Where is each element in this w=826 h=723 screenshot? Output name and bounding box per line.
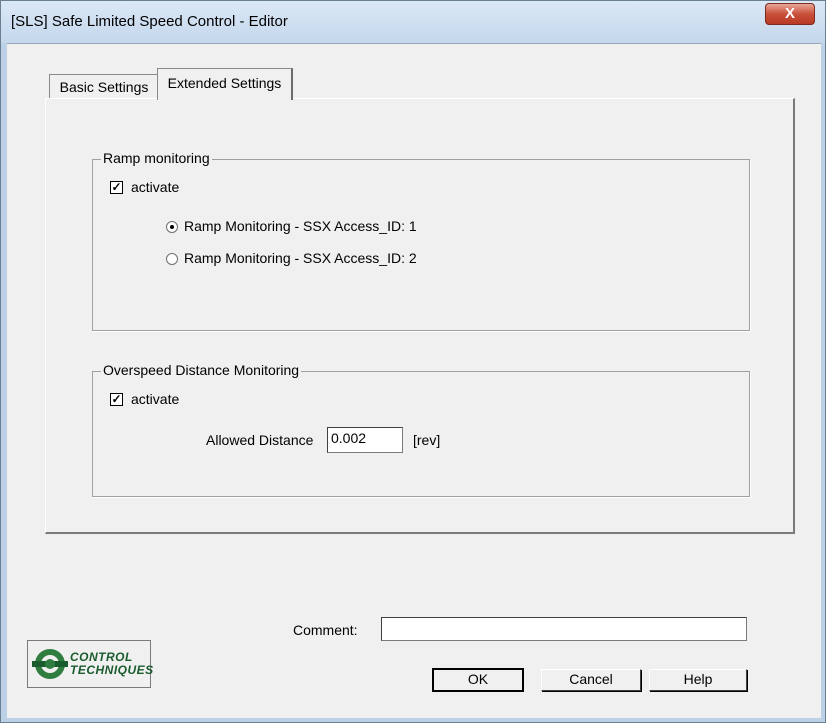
ramp-activate-checkbox[interactable]: ✓ — [110, 181, 123, 194]
logo-text: CONTROL TECHNIQUES — [70, 651, 154, 677]
ramp-access-id-1-label: Ramp Monitoring - SSX Access_ID: 1 — [184, 218, 417, 234]
ramp-access-id-2-label: Ramp Monitoring - SSX Access_ID: 2 — [184, 250, 417, 266]
tab-extended-settings[interactable]: Extended Settings — [157, 68, 293, 100]
allowed-distance-unit: [rev] — [413, 432, 441, 448]
cancel-button[interactable]: Cancel — [541, 669, 641, 691]
logo-emblem-icon — [32, 649, 68, 679]
dialog-client-area: Basic Settings Extended Settings Ramp mo… — [7, 43, 821, 718]
ok-button[interactable]: OK — [432, 668, 524, 692]
help-button[interactable]: Help — [649, 669, 747, 691]
overspeed-distance-legend: Overspeed Distance Monitoring — [101, 362, 302, 378]
overspeed-activate-checkbox[interactable]: ✓ — [110, 393, 123, 406]
comment-label: Comment: — [293, 622, 358, 638]
ramp-access-id-1-radio[interactable] — [166, 221, 178, 233]
comment-input[interactable] — [381, 617, 747, 641]
allowed-distance-input[interactable]: 0.002 — [327, 427, 403, 453]
extended-settings-panel: Ramp monitoring ✓ activate Ramp Monitori… — [45, 98, 795, 534]
allowed-distance-label: Allowed Distance — [206, 432, 314, 448]
logo-text-line2: TECHNIQUES — [70, 663, 154, 677]
window-title: [SLS] Safe Limited Speed Control - Edito… — [11, 13, 288, 30]
overspeed-distance-group: Overspeed Distance Monitoring ✓ activate… — [92, 362, 750, 497]
ramp-activate-label: activate — [131, 179, 180, 195]
control-techniques-logo: CONTROL TECHNIQUES — [27, 640, 154, 688]
ramp-monitoring-group: Ramp monitoring ✓ activate Ramp Monitori… — [92, 150, 750, 331]
ramp-monitoring-legend: Ramp monitoring — [101, 150, 212, 166]
close-button[interactable]: X — [765, 3, 815, 25]
overspeed-activate-label: activate — [131, 391, 180, 407]
tab-basic-settings[interactable]: Basic Settings — [49, 74, 159, 99]
editor-window: [SLS] Safe Limited Speed Control - Edito… — [0, 0, 826, 723]
title-bar[interactable]: [SLS] Safe Limited Speed Control - Edito… — [1, 1, 825, 43]
ramp-access-id-2-radio[interactable] — [166, 253, 178, 265]
